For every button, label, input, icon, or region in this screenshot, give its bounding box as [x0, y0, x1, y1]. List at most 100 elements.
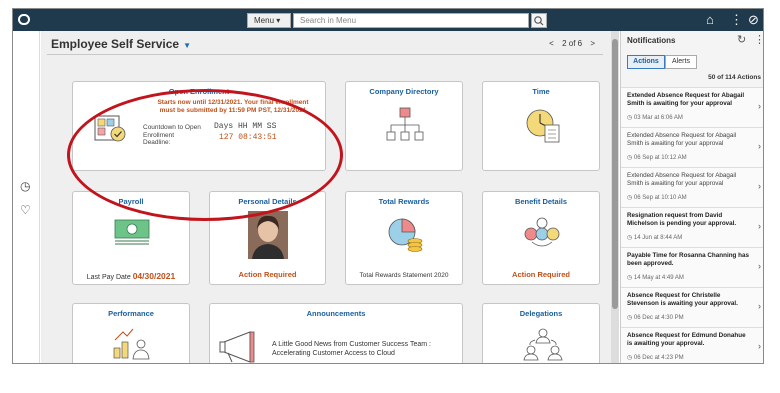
performance-chart-icon: [113, 328, 150, 360]
tile-title: Company Directory: [369, 87, 439, 96]
last-pay-date: Last Pay Date 04/30/2021: [73, 271, 189, 281]
page-title[interactable]: Employee Self Service ▼: [51, 37, 191, 51]
notification-text: Payable Time for Rosanna Channing has be…: [627, 252, 750, 267]
app-logo-icon[interactable]: [18, 14, 30, 25]
clock-timesheet-icon: [526, 109, 560, 143]
nav-bar-icon[interactable]: ⊘: [748, 11, 759, 28]
notification-item[interactable]: Extended Absence Request for Abagail Smi…: [621, 87, 763, 127]
tile-title: Total Rewards: [378, 197, 430, 206]
tile-title: Benefit Details: [514, 197, 568, 206]
tile-title: Performance: [108, 309, 154, 318]
last-pay-date-value: 04/30/2021: [132, 271, 176, 281]
tile-title: Time: [532, 87, 550, 96]
chevron-right-icon[interactable]: ›: [758, 301, 761, 311]
chevron-right-icon[interactable]: ›: [758, 101, 761, 111]
cash-icon: [114, 219, 150, 245]
scrollbar-thumb[interactable]: [612, 39, 618, 309]
chevron-right-icon[interactable]: ›: [758, 261, 761, 271]
refresh-icon[interactable]: ↻: [737, 33, 746, 46]
menu-button[interactable]: Menu ▾: [247, 13, 291, 28]
notification-date: ◷ 06 Sep at 10:10 AM: [627, 194, 687, 201]
notification-date: ◷ 06 Dec at 4:23 PM: [627, 354, 684, 361]
notification-date-text: 06 Dec at 4:30 PM: [633, 315, 684, 321]
notifications-count: 50 of 114 Actions: [708, 74, 761, 81]
page-indicator: 2 of 6: [562, 39, 583, 48]
announcement-line1: A Little Good News from Customer Success…: [272, 341, 431, 348]
notification-date-text: 06 Sep at 10:12 AM: [633, 155, 687, 161]
rewards-pie-coins-icon: [388, 218, 423, 252]
notification-date-text: 03 Mar at 6:06 AM: [633, 115, 683, 121]
page-title-text: Employee Self Service: [51, 37, 180, 51]
notification-date: ◷ 03 Mar at 6:06 AM: [627, 114, 683, 121]
divider: [47, 54, 603, 55]
more-options-icon[interactable]: ⋮: [730, 11, 743, 28]
clock-icon: ◷: [627, 155, 634, 161]
chevron-right-icon[interactable]: ›: [758, 221, 761, 231]
announcement-text: A Little Good News from Customer Success…: [272, 340, 431, 358]
megaphone-icon: [219, 331, 255, 363]
search-icon: [534, 16, 544, 26]
recent-history-icon[interactable]: ◷: [20, 179, 30, 193]
tile-announcements[interactable]: Announcements A Little Good News from Cu…: [209, 303, 463, 363]
notification-item[interactable]: Extended Absence Request for Abagail Smi…: [621, 167, 763, 207]
clock-icon: ◷: [627, 235, 634, 241]
search-input[interactable]: Search in Menu: [293, 13, 529, 28]
notification-text: Extended Absence Request for Abagail Smi…: [627, 172, 737, 187]
clock-icon: ◷: [627, 315, 634, 321]
tile-benefit-details[interactable]: Benefit Details Action Required: [482, 191, 600, 285]
tile-company-directory[interactable]: Company Directory: [345, 81, 463, 171]
notification-date-text: 06 Sep at 10:10 AM: [633, 195, 687, 201]
chevron-right-icon[interactable]: ›: [758, 181, 761, 191]
notification-item[interactable]: Absence Request for Christelle Stevenson…: [621, 287, 763, 327]
profile-photo: [248, 211, 288, 259]
tab-actions[interactable]: Actions: [627, 55, 665, 69]
notification-date: ◷ 06 Sep at 10:12 AM: [627, 154, 687, 161]
clock-icon: ◷: [627, 275, 634, 281]
notification-text: Extended Absence Request for Abagail Smi…: [627, 92, 745, 107]
notification-date: ◷ 06 Dec at 4:30 PM: [627, 314, 684, 321]
notifications-title: Notifications: [627, 36, 676, 45]
chevron-right-icon[interactable]: ›: [758, 141, 761, 151]
next-page-button[interactable]: >: [590, 39, 595, 48]
annotation-ellipse: [67, 89, 343, 221]
tile-performance[interactable]: Performance: [72, 303, 190, 363]
prev-page-button[interactable]: <: [549, 39, 554, 48]
announcement-line2: Accelerating Customer Access to Cloud: [272, 350, 395, 357]
more-options-icon[interactable]: ⋮: [754, 33, 763, 46]
notifications-panel: Notifications ↻ ⋮ Actions Alerts 50 of 1…: [620, 31, 763, 363]
notification-date: ◷ 14 May at 4:49 AM: [627, 274, 684, 281]
search-button[interactable]: [531, 13, 547, 28]
tab-alerts[interactable]: Alerts: [665, 55, 697, 69]
tile-time[interactable]: Time: [482, 81, 600, 171]
notification-date: ◷ 14 Jun at 8:44 AM: [627, 234, 682, 241]
notification-item[interactable]: Absence Request for Edmund Donahue is aw…: [621, 327, 763, 363]
main-scrollbar[interactable]: [611, 31, 619, 363]
clock-icon: ◷: [627, 355, 634, 361]
clock-icon: ◷: [627, 115, 634, 121]
caret-down-icon[interactable]: ▼: [183, 41, 191, 50]
home-icon[interactable]: ⌂: [706, 11, 714, 28]
notification-item[interactable]: Payable Time for Rosanna Channing has be…: [621, 247, 763, 287]
clock-icon: ◷: [627, 195, 634, 201]
notification-text: Extended Absence Request for Abagail Smi…: [627, 132, 737, 147]
notification-item[interactable]: Extended Absence Request for Abagail Smi…: [621, 127, 763, 167]
homepage-main: Employee Self Service ▼ < 2 of 6 > Open E…: [41, 31, 611, 363]
notification-text: Absence Request for Edmund Donahue is aw…: [627, 332, 746, 347]
notification-date-text: 14 May at 4:49 AM: [633, 275, 684, 281]
org-chart-icon: [386, 107, 424, 141]
action-required-label: Action Required: [512, 270, 570, 279]
tile-total-rewards[interactable]: Total Rewards Total Rewards Statement 20…: [345, 191, 463, 285]
tile-title: Announcements: [306, 309, 366, 318]
delegation-people-icon: [523, 328, 563, 361]
notification-item[interactable]: Resignation request from David Michelson…: [621, 207, 763, 247]
rewards-statement-label: Total Rewards Statement 2020: [359, 272, 449, 279]
page-pager: < 2 of 6 >: [543, 39, 595, 48]
tile-delegations[interactable]: Delegations: [482, 303, 600, 363]
browser-frame: Menu ▾ Search in Menu ⌂ ⋮ ⊘ ◷ ♡ Employee…: [12, 8, 764, 364]
top-bar: Menu ▾ Search in Menu ⌂ ⋮ ⊘: [13, 9, 763, 31]
chevron-right-icon[interactable]: ›: [758, 341, 761, 351]
notification-date-text: 06 Dec at 4:23 PM: [633, 355, 684, 361]
last-pay-date-label: Last Pay Date: [86, 274, 131, 281]
favorites-heart-icon[interactable]: ♡: [20, 203, 31, 217]
benefits-icon: [524, 217, 560, 247]
